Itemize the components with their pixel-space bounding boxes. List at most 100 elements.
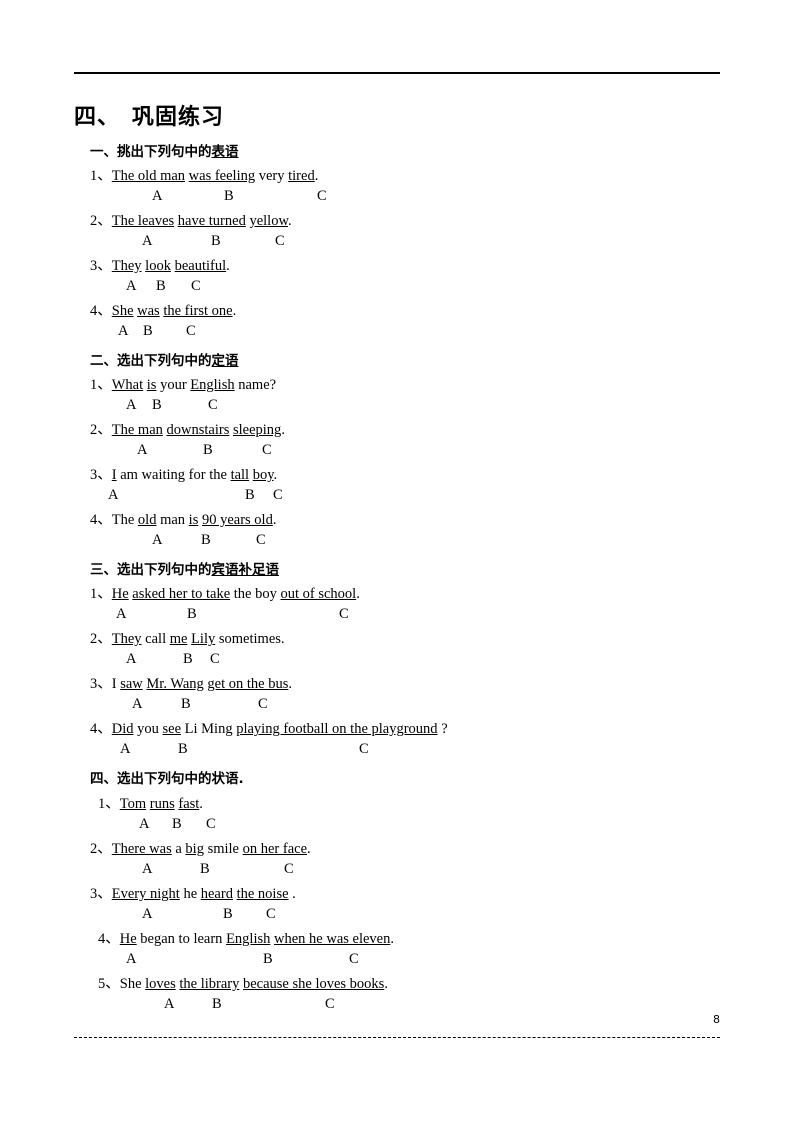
answer-marker: B [223, 905, 233, 922]
underlined-segment: is [188, 512, 199, 529]
question-number: 4、 [90, 512, 112, 529]
answer-marker: A [116, 606, 127, 623]
underlined-segment: the first one [163, 302, 233, 319]
worksheet-page: 四、 巩固练习 一、挑出下列句中的表语 1、The old man was feel… [0, 0, 794, 1123]
question-number: 3、 [90, 676, 112, 693]
underlined-segment: me [169, 631, 188, 648]
question-sentence: They look beautiful. [112, 258, 230, 274]
answer-marker: C [258, 696, 268, 713]
question-row: 3、Every night he heard the noise . [74, 884, 734, 905]
sentence-segment: began to learn [136, 930, 227, 947]
underlined-segment: look [145, 257, 171, 274]
question-number: 4、 [90, 302, 112, 319]
answer-marker: A [120, 741, 131, 758]
sentence-segment: . [390, 930, 394, 947]
underlined-segment: heard [200, 885, 233, 902]
question-sentence: He asked her to take the boy out of scho… [112, 586, 360, 602]
page-title-index: 四、 [74, 104, 121, 130]
underlined-segment: They [111, 257, 142, 274]
answer-marker: B [187, 606, 197, 623]
answer-marker: C [284, 860, 294, 877]
answer-marker: B [245, 487, 255, 504]
sentence-segment: . [314, 167, 319, 184]
answer-marker: C [349, 950, 359, 967]
underlined-segment: when he was eleven [274, 930, 391, 947]
answer-marker: A [132, 696, 143, 713]
sentence-segment: . [288, 676, 292, 693]
underlined-segment: Mr. Wang [146, 676, 204, 693]
underlined-segment: 90 years old [201, 512, 273, 529]
underlined-segment: Every night [111, 885, 180, 902]
answer-marker: C [208, 397, 218, 414]
sentence-segment: he [179, 885, 201, 902]
question-row: 4、Did you see Li Ming playing football o… [74, 719, 734, 740]
sentence-segment: . [272, 512, 277, 529]
question-sentence: The old man is 90 years old. [112, 512, 277, 528]
question-row: 1、What is your English name? [74, 375, 734, 396]
sentence-segment: a [171, 840, 186, 857]
footer-divider [74, 1037, 720, 1038]
answer-marker: A [118, 322, 129, 339]
question-row: 1、The old man was feeling very tired. [74, 166, 734, 187]
sentence-segment: I [111, 676, 121, 693]
section-heading-text: 一、挑出下列句中的 [90, 143, 212, 160]
underlined-segment: boy [252, 467, 274, 484]
question-number: 1、 [98, 795, 120, 812]
answer-marker: B [203, 442, 213, 459]
underlined-segment: yellow [249, 212, 288, 229]
page-number: 8 [713, 1013, 720, 1026]
answer-marker: B [201, 532, 211, 549]
sentence-segment: . [199, 795, 203, 812]
question-number: 1、 [90, 377, 112, 394]
section-heading-keyword: 宾语补足语 [211, 562, 280, 579]
question-sentence: The man downstairs sleeping. [112, 422, 285, 438]
answer-marker: B [224, 187, 234, 204]
answer-marker: B [178, 741, 188, 758]
underlined-segment: big [185, 840, 204, 857]
answer-marker: C [210, 651, 220, 668]
answer-marker-row: A B C [74, 905, 734, 925]
question-number: 2、 [90, 422, 112, 439]
question-row: 2、The man downstairs sleeping. [74, 420, 734, 441]
question-number: 1、 [90, 586, 112, 603]
section-heading-text: 四、选出下列句中的状语. [90, 771, 244, 788]
underlined-segment: saw [120, 676, 143, 693]
answer-marker: C [262, 442, 272, 459]
answer-marker-row: A B C [74, 441, 734, 461]
underlined-segment: English [190, 377, 235, 394]
underlined-segment: runs [149, 795, 175, 812]
answer-marker: A [139, 815, 150, 832]
section-heading: 四、选出下列句中的状语. [74, 769, 734, 789]
answer-marker: C [317, 187, 327, 204]
underlined-segment: see [162, 721, 182, 738]
page-title-text: 巩固练习 [132, 104, 225, 130]
sentence-segment: ? [437, 721, 448, 738]
underlined-segment: have turned [177, 212, 246, 229]
answer-marker: A [142, 905, 153, 922]
answer-marker: B [212, 995, 222, 1012]
underlined-segment: tall [230, 467, 250, 484]
sentence-segment: . [273, 467, 278, 484]
answer-marker: A [126, 277, 137, 294]
sentence-segment: . [287, 212, 292, 229]
underlined-segment: The old man [111, 167, 186, 184]
sentence-segment: . [356, 586, 360, 603]
question-row: 3、I am waiting for the tall boy. [74, 465, 734, 486]
question-row: 2、The leaves have turned yellow. [74, 211, 734, 232]
underlined-segment: fast [178, 795, 200, 812]
underlined-segment: old [137, 512, 157, 529]
header-divider [74, 72, 720, 74]
question-sentence: He began to learn English when he was el… [120, 931, 394, 947]
answer-marker-row: A B C [74, 740, 734, 760]
answer-marker: A [137, 442, 148, 459]
underlined-segment: The leaves [111, 212, 175, 229]
underlined-segment: sleeping [232, 422, 282, 439]
answer-marker-row: A B C [74, 277, 734, 297]
answer-marker: B [172, 815, 182, 832]
answer-marker: C [266, 905, 276, 922]
answer-marker: C [256, 532, 266, 549]
question-row: 4、She was the first one. [74, 301, 734, 322]
answer-marker: B [152, 397, 162, 414]
answer-marker-row: A B C [74, 860, 734, 880]
sentence-segment: Li Ming [181, 721, 237, 738]
